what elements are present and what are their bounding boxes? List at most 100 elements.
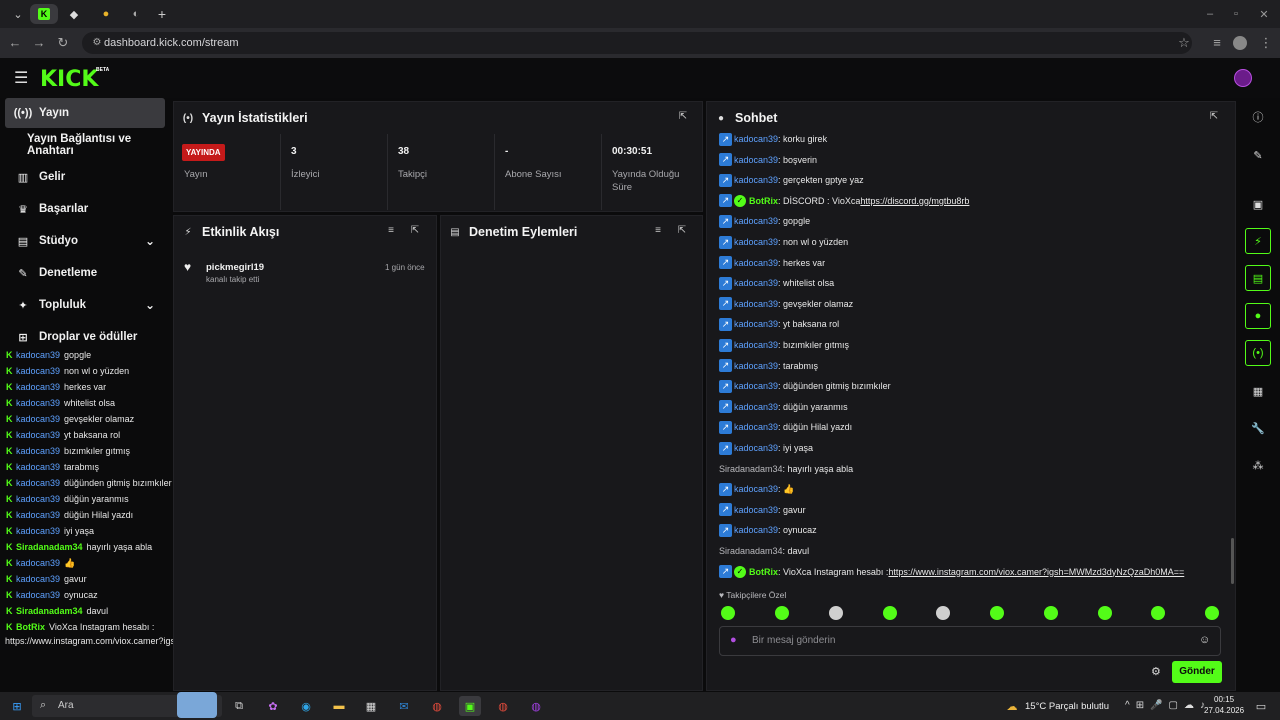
store-icon[interactable]: ▦: [360, 696, 382, 716]
chat-username[interactable]: kadocan39: [734, 134, 778, 144]
weather-text[interactable]: 15°C Parçalı bulutlu: [1025, 701, 1109, 712]
chevron-down-icon[interactable]: ⌄: [145, 234, 155, 248]
emote-icon[interactable]: [829, 606, 843, 620]
moderation-toggle-icon[interactable]: ▤: [1245, 265, 1271, 291]
close-icon[interactable]: ✕: [1250, 4, 1278, 24]
chat-username[interactable]: Siradanadam34: [719, 546, 783, 556]
sidebar-item-yayin[interactable]: ((•)) Yayın: [5, 98, 165, 128]
chat-scrollbar[interactable]: [1231, 538, 1234, 584]
browser-menu-icon[interactable]: ⋮: [1257, 34, 1275, 52]
popout-icon[interactable]: ⇱: [676, 111, 690, 125]
emote-icon[interactable]: [1151, 606, 1165, 620]
message-placeholder[interactable]: Bir mesaj gönderin: [752, 635, 835, 646]
message-input-box[interactable]: ● Bir mesaj gönderin ☺: [719, 626, 1221, 656]
file-explorer-icon[interactable]: ▬: [328, 696, 350, 716]
emote-icon[interactable]: [1098, 606, 1112, 620]
chat-username[interactable]: kadocan39: [734, 381, 778, 391]
bookmark-star-icon[interactable]: ☆: [1175, 34, 1193, 52]
chat-link[interactable]: https://discord.gg/mgtbu8rb: [860, 196, 969, 206]
chat-username[interactable]: kadocan39: [734, 175, 778, 185]
tab-kick-active[interactable]: K: [30, 4, 58, 24]
chevron-down-icon[interactable]: ⌄: [145, 298, 155, 312]
send-button[interactable]: Gönder: [1172, 661, 1222, 683]
reload-icon[interactable]: ↻: [54, 34, 72, 52]
sidebar-item-droplar[interactable]: ⊞ Droplar ve ödüller: [5, 322, 165, 352]
apps-icon[interactable]: ⁂: [1245, 452, 1271, 478]
emote-icon[interactable]: [990, 606, 1004, 620]
chat-username[interactable]: kadocan39: [734, 319, 778, 329]
media-controls-icon[interactable]: ≡: [1208, 34, 1226, 52]
popout-icon[interactable]: ⇱: [675, 225, 689, 239]
system-tray-icons[interactable]: ^⊞🎤▢☁♪: [1125, 700, 1211, 711]
clock-time[interactable]: 00:15: [1214, 695, 1234, 704]
wrench-icon[interactable]: 🔧: [1245, 415, 1271, 441]
sidebar-item-gelir[interactable]: ▥ Gelir: [5, 162, 165, 192]
url-field[interactable]: dashboard.kick.com/stream: [82, 32, 1192, 54]
kick-logo[interactable]: KICK: [40, 67, 98, 92]
taskbar-search[interactable]: ⌕ Ara: [32, 692, 222, 718]
chat-username[interactable]: Siradanadam34: [719, 464, 783, 474]
copilot-icon[interactable]: ✿: [262, 696, 284, 716]
sidebar-item-studyo[interactable]: ▤ Stüdyo ⌄: [5, 226, 165, 256]
chat-username[interactable]: kadocan39: [734, 258, 778, 268]
chat-username[interactable]: BotRix: [749, 196, 778, 206]
emote-icon[interactable]: [775, 606, 789, 620]
back-icon[interactable]: ←: [6, 34, 24, 52]
maximize-icon[interactable]: ▫: [1222, 4, 1250, 24]
emote-icon[interactable]: [721, 606, 735, 620]
emote-icon[interactable]: [1205, 606, 1219, 620]
site-info-icon[interactable]: ⚙: [88, 34, 106, 52]
mail-icon[interactable]: ✉: [393, 696, 415, 716]
info-icon[interactable]: ⓘ: [1245, 104, 1271, 130]
chrome-icon[interactable]: ◍: [426, 696, 448, 716]
pencil-icon[interactable]: ✎: [1245, 142, 1271, 168]
settings-gear-icon[interactable]: ⚙: [1151, 665, 1161, 678]
chrome-beta-icon[interactable]: ◍: [525, 696, 547, 716]
emote-icon[interactable]: [883, 606, 897, 620]
activity-user[interactable]: pickmegirl19: [206, 262, 264, 273]
layout-icon[interactable]: ▦: [1245, 378, 1271, 404]
emoji-icon[interactable]: ☺: [1199, 634, 1210, 646]
user-avatar[interactable]: [1234, 69, 1252, 87]
chat-username[interactable]: kadocan39: [734, 361, 778, 371]
popout-icon[interactable]: ⇱: [1207, 111, 1221, 125]
chat-username[interactable]: kadocan39: [734, 422, 778, 432]
chat-link[interactable]: https://www.instagram.com/viox.camer?igs…: [888, 567, 1184, 577]
sidebar-item-basarilar[interactable]: ♛ Başarılar: [5, 194, 165, 224]
clock-date[interactable]: 27.04.2026: [1204, 706, 1244, 715]
stream-toggle-icon[interactable]: (•): [1245, 340, 1271, 366]
filter-icon[interactable]: ≡: [651, 225, 665, 239]
sidebar-item-topluluk[interactable]: ✦ Topluluk ⌄: [5, 290, 165, 320]
chat-username[interactable]: kadocan39: [734, 443, 778, 453]
kick-app-icon[interactable]: ▣: [459, 696, 481, 716]
emote-icon[interactable]: [936, 606, 950, 620]
chat-username[interactable]: kadocan39: [734, 525, 778, 535]
notification-icon[interactable]: ▭: [1250, 696, 1272, 716]
forward-icon[interactable]: →: [30, 34, 48, 52]
chat-username[interactable]: kadocan39: [734, 340, 778, 350]
new-tab-button[interactable]: +: [148, 4, 176, 24]
edge-icon[interactable]: ◉: [295, 696, 317, 716]
microphone-icon[interactable]: ●: [730, 634, 737, 646]
chat-toggle-icon[interactable]: ●: [1245, 303, 1271, 329]
filter-icon[interactable]: ≡: [384, 225, 398, 239]
chat-username[interactable]: kadocan39: [734, 402, 778, 412]
sidebar-item-denetleme[interactable]: ✎ Denetleme: [5, 258, 165, 288]
minimize-icon[interactable]: –: [1196, 4, 1224, 24]
tab-list-icon[interactable]: ⌄: [4, 4, 32, 24]
chat-username[interactable]: kadocan39: [734, 155, 778, 165]
chrome-profile-icon[interactable]: ◍: [492, 696, 514, 716]
chat-username[interactable]: kadocan39: [734, 216, 778, 226]
emote-icon[interactable]: [1044, 606, 1058, 620]
chat-username[interactable]: kadocan39: [734, 484, 778, 494]
tab-2[interactable]: ◆: [60, 4, 88, 24]
chat-username[interactable]: BotRix: [749, 567, 778, 577]
chat-username[interactable]: kadocan39: [734, 505, 778, 515]
sidebar-item-stream-key[interactable]: Yayın Bağlantısı ve Anahtarı: [5, 130, 175, 160]
chat-username[interactable]: kadocan39: [734, 278, 778, 288]
activity-toggle-icon[interactable]: ⚡: [1245, 228, 1271, 254]
chat-username[interactable]: kadocan39: [734, 299, 778, 309]
popout-icon[interactable]: ⇱: [408, 225, 422, 239]
profile-avatar[interactable]: [1233, 36, 1247, 50]
menu-hamburger-icon[interactable]: ☰: [14, 68, 28, 88]
